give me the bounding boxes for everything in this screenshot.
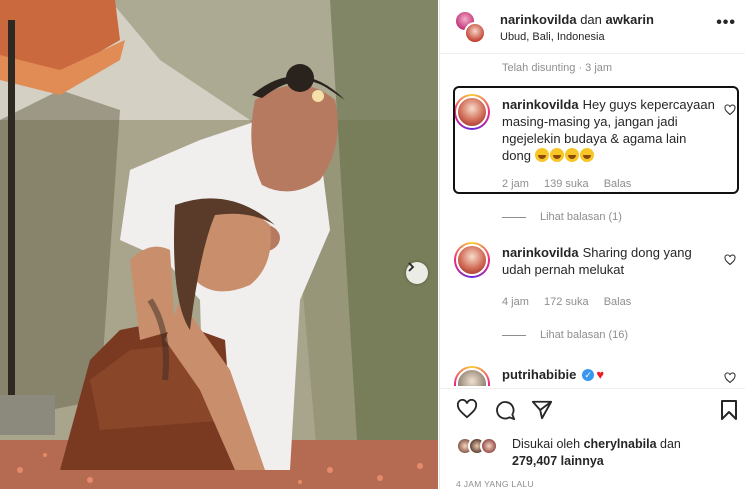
divider bbox=[502, 216, 526, 218]
likes-connector: dan bbox=[660, 437, 681, 451]
comment-item: narinkovilda Hey guys kepercayaan masing-… bbox=[454, 94, 742, 194]
comment-item: putrihabibie ♥ bbox=[454, 362, 742, 386]
comment-meta: 4 jam 172 suka Balas bbox=[502, 296, 643, 308]
likes-user[interactable]: cherylnabila bbox=[584, 437, 657, 451]
view-replies-label: Lihat balasan (16) bbox=[540, 329, 629, 341]
post-panel: narinkovilda dan awkarin Ubud, Bali, Ind… bbox=[439, 0, 745, 489]
reply-button[interactable]: Balas bbox=[604, 178, 632, 190]
heart-icon[interactable] bbox=[724, 254, 736, 266]
comment-username[interactable]: narinkovilda bbox=[502, 97, 579, 112]
laugh-emoji-icon bbox=[579, 148, 594, 162]
divider bbox=[502, 334, 526, 336]
avatar[interactable] bbox=[464, 22, 486, 44]
share-icon[interactable] bbox=[531, 399, 553, 421]
comment-text: narinkovilda Hey guys kepercayaan masing-… bbox=[502, 96, 717, 164]
author-connector: dan bbox=[580, 12, 602, 27]
post-photo[interactable] bbox=[0, 0, 438, 489]
comment-text: putrihabibie ♥ bbox=[502, 366, 717, 384]
avatar[interactable] bbox=[454, 242, 490, 278]
heart-icon[interactable] bbox=[724, 104, 736, 116]
author-username[interactable]: narinkovilda bbox=[500, 12, 577, 27]
post-timestamp[interactable]: 4 JAM YANG LALU bbox=[456, 479, 534, 489]
avatar[interactable] bbox=[480, 437, 498, 455]
comment-icon[interactable] bbox=[494, 399, 516, 421]
comment-text: narinkovilda Sharing dong yang udah perna… bbox=[502, 244, 717, 278]
heart-icon[interactable] bbox=[456, 399, 478, 419]
post-location[interactable]: Ubud, Bali, Indonesia bbox=[500, 31, 605, 43]
verified-badge-icon bbox=[582, 367, 595, 384]
likes-count[interactable]: 279,407 lainnya bbox=[512, 454, 604, 468]
likes-prefix: Disukai oleh bbox=[512, 437, 581, 451]
post-authors: narinkovilda dan awkarin bbox=[500, 12, 654, 27]
comment-likes[interactable]: 172 suka bbox=[544, 296, 589, 308]
comment-item: narinkovilda Sharing dong yang udah perna… bbox=[454, 242, 742, 312]
photo-illustration bbox=[0, 0, 438, 489]
comment-emoji bbox=[534, 148, 595, 163]
comment-username[interactable]: narinkovilda bbox=[502, 245, 579, 260]
post-actions: Disukai oleh cherylnabila dan 279,407 la… bbox=[440, 388, 745, 489]
view-replies-label: Lihat balasan (1) bbox=[540, 211, 622, 223]
laugh-emoji-icon bbox=[549, 148, 564, 162]
reply-button[interactable]: Balas bbox=[604, 296, 632, 308]
likes-text: Disukai oleh cherylnabila dan 279,407 la… bbox=[512, 436, 732, 470]
more-options-button[interactable]: ••• bbox=[716, 14, 736, 32]
post-header: narinkovilda dan awkarin Ubud, Bali, Ind… bbox=[440, 0, 745, 54]
next-photo-button[interactable] bbox=[406, 262, 428, 284]
laugh-emoji-icon bbox=[564, 148, 579, 162]
comment-likes[interactable]: 139 suka bbox=[544, 178, 589, 190]
view-replies-button[interactable]: Lihat balasan (16) bbox=[502, 329, 628, 341]
bookmark-icon[interactable] bbox=[720, 399, 738, 421]
heart-icon[interactable] bbox=[724, 372, 736, 384]
avatar[interactable] bbox=[454, 94, 490, 130]
chevron-right-icon bbox=[408, 262, 415, 272]
comment-time: 4 jam bbox=[502, 296, 529, 308]
view-replies-button[interactable]: Lihat balasan (1) bbox=[502, 211, 622, 223]
red-heart-emoji-icon: ♥ bbox=[596, 367, 605, 382]
collab-avatars[interactable] bbox=[454, 10, 486, 44]
coauthor-username[interactable]: awkarin bbox=[606, 12, 654, 27]
comment-username[interactable]: putrihabibie bbox=[502, 367, 576, 382]
laugh-emoji-icon bbox=[534, 148, 549, 162]
comment-meta: 2 jam 139 suka Balas bbox=[502, 178, 643, 190]
comment-time: 2 jam bbox=[502, 178, 529, 190]
avatar[interactable] bbox=[454, 366, 490, 386]
edited-note: Telah disunting · 3 jam bbox=[502, 62, 613, 74]
